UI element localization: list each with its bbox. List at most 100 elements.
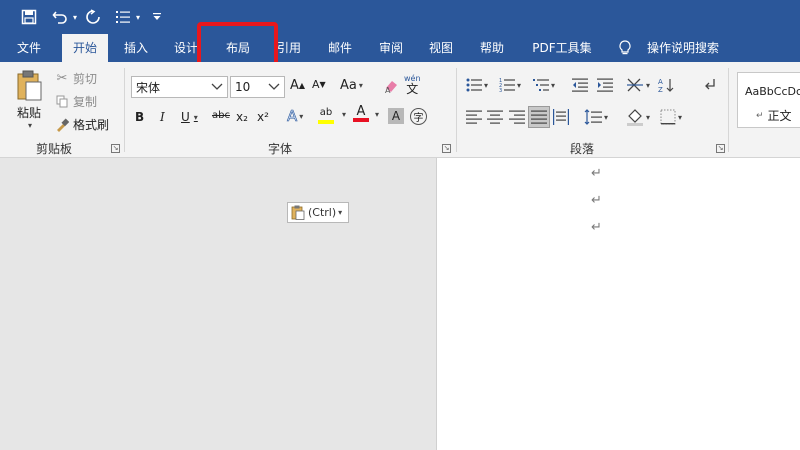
style-normal[interactable]: AaBbCcDc ↵ 正文 bbox=[737, 72, 800, 128]
tab-home[interactable]: 开始 bbox=[62, 34, 108, 62]
undo-icon[interactable] bbox=[50, 6, 70, 28]
copy-icon bbox=[54, 95, 70, 108]
phonetic-guide-button[interactable]: wén 文 bbox=[404, 74, 421, 96]
multilevel-list-icon bbox=[533, 79, 549, 91]
chinese-layout-button[interactable]: ▾ bbox=[626, 77, 650, 93]
tab-pdf-tools[interactable]: PDF工具集 bbox=[524, 34, 600, 62]
font-launcher-icon[interactable]: ↘ bbox=[442, 144, 451, 153]
show-marks-button[interactable] bbox=[703, 77, 717, 93]
paragraph-launcher-icon[interactable]: ↘ bbox=[716, 144, 725, 153]
bullets-icon bbox=[466, 78, 482, 92]
italic-button[interactable]: I bbox=[160, 110, 165, 124]
ribbon-home: 粘贴 ▾ ✂ 剪切 复制 格式刷 剪贴板 ↘ 宋体 10 A ▲ A ▼ Aa … bbox=[0, 62, 800, 158]
paste-options-label: (Ctrl) bbox=[308, 206, 337, 219]
font-color-dropdown-icon[interactable]: ▾ bbox=[373, 110, 379, 119]
superscript-button[interactable]: x² bbox=[257, 110, 269, 124]
ribbon-tabs: 文件 开始 插入 设计 布局 引用 邮件 审阅 视图 帮助 PDF工具集 操作说… bbox=[0, 34, 800, 62]
format-painter-button[interactable]: 格式刷 bbox=[54, 116, 109, 133]
paste-dropdown-icon[interactable]: ▾ bbox=[28, 121, 32, 130]
text-effect-button[interactable]: A ▾ bbox=[287, 107, 304, 126]
justify-button[interactable] bbox=[528, 106, 550, 128]
clipboard-launcher-icon[interactable]: ↘ bbox=[111, 144, 120, 153]
chevron-down-icon[interactable] bbox=[266, 79, 282, 95]
group-divider bbox=[124, 68, 125, 152]
increase-indent-icon bbox=[597, 78, 613, 92]
highlight-dropdown-icon[interactable]: ▾ bbox=[340, 110, 346, 119]
clear-formatting-button[interactable]: A bbox=[384, 78, 400, 94]
underline-button[interactable]: U ▾ bbox=[181, 110, 198, 124]
clipboard-group-label: 剪贴板 bbox=[36, 142, 73, 156]
font-size-select[interactable]: 10 bbox=[230, 76, 285, 98]
paste-icon bbox=[291, 205, 305, 220]
style-sample-text: AaBbCcDc bbox=[745, 85, 800, 98]
svg-text:A: A bbox=[658, 78, 663, 86]
sort-icon: AZ bbox=[658, 78, 674, 93]
font-name-select[interactable]: 宋体 bbox=[131, 76, 228, 98]
font-color-button[interactable]: A bbox=[353, 104, 369, 122]
numbering-icon: 123 bbox=[499, 78, 515, 92]
underline-icon: U bbox=[181, 110, 190, 124]
paste-options-button[interactable]: (Ctrl) ▾ bbox=[287, 202, 349, 223]
shrink-font-icon: A bbox=[312, 78, 320, 91]
align-center-button[interactable] bbox=[487, 110, 503, 124]
tab-insert[interactable]: 插入 bbox=[113, 34, 159, 62]
paragraph-mark: ↵ bbox=[591, 220, 602, 235]
bold-button[interactable]: B bbox=[135, 110, 144, 124]
style-normal-name: 正文 bbox=[767, 109, 792, 123]
cut-button[interactable]: ✂ 剪切 bbox=[54, 70, 97, 87]
highlight-color-bar bbox=[318, 120, 334, 124]
paragraph-mark-icon: ↵ bbox=[756, 110, 764, 121]
distributed-button[interactable] bbox=[553, 109, 569, 125]
paste-button[interactable]: 粘贴 ▾ bbox=[14, 70, 44, 130]
subscript-button[interactable]: x₂ bbox=[236, 110, 248, 124]
tab-review[interactable]: 审阅 bbox=[368, 34, 414, 62]
paragraph-mark: ↵ bbox=[591, 193, 602, 208]
char-shading-button[interactable]: A bbox=[388, 108, 404, 124]
increase-indent-button[interactable] bbox=[597, 78, 613, 92]
strikethrough-button[interactable]: abc bbox=[212, 110, 230, 121]
tell-me-search[interactable]: 操作说明搜索 bbox=[640, 34, 726, 62]
chevron-down-icon[interactable] bbox=[209, 79, 225, 95]
tab-file[interactable]: 文件 bbox=[6, 34, 52, 62]
decrease-indent-button[interactable] bbox=[572, 78, 588, 92]
font-color-icon: A bbox=[356, 104, 366, 119]
phonetic-char: 文 bbox=[406, 82, 419, 96]
align-left-button[interactable] bbox=[466, 110, 482, 124]
numbering-button[interactable]: 1 2 3 ▾ bbox=[499, 78, 521, 92]
change-case-icon: Aa bbox=[340, 78, 357, 93]
align-left-icon bbox=[466, 110, 482, 124]
scissors-icon: ✂ bbox=[56, 71, 68, 86]
bullets-button[interactable]: ▾ bbox=[466, 78, 488, 92]
tab-view[interactable]: 视图 bbox=[418, 34, 464, 62]
multilevel-list-button[interactable]: ▾ bbox=[533, 78, 555, 92]
customize-icon[interactable] bbox=[150, 6, 164, 28]
save-icon[interactable] bbox=[18, 6, 40, 28]
tab-mailings[interactable]: 邮件 bbox=[317, 34, 363, 62]
paste-options-dropdown-icon[interactable]: ▾ bbox=[338, 208, 342, 217]
enclose-char-button[interactable]: 字 bbox=[410, 108, 427, 125]
redo-icon[interactable] bbox=[83, 6, 103, 28]
paste-label: 粘贴 bbox=[16, 106, 41, 120]
change-case-button[interactable]: Aa ▾ bbox=[340, 78, 363, 93]
list-dropdown-icon[interactable]: ▾ bbox=[133, 6, 143, 28]
highlight-color-button[interactable]: ab bbox=[318, 108, 334, 124]
line-spacing-button[interactable]: ▾ bbox=[584, 109, 608, 125]
sort-button[interactable]: AZ bbox=[658, 77, 674, 93]
list-icon[interactable] bbox=[113, 6, 133, 28]
document-page[interactable] bbox=[436, 158, 800, 450]
undo-dropdown-icon[interactable]: ▾ bbox=[70, 6, 80, 28]
align-right-icon bbox=[509, 110, 525, 124]
borders-button[interactable]: ▾ bbox=[660, 109, 682, 125]
tab-help[interactable]: 帮助 bbox=[469, 34, 515, 62]
align-right-button[interactable] bbox=[509, 110, 525, 124]
justify-icon bbox=[531, 110, 547, 124]
chinese-layout-icon bbox=[627, 78, 643, 92]
grow-font-button[interactable]: A ▲ bbox=[290, 78, 305, 93]
decrease-indent-icon bbox=[572, 78, 588, 92]
brush-icon bbox=[54, 117, 70, 132]
paint-bucket-icon bbox=[627, 109, 643, 126]
shading-button[interactable]: ▾ bbox=[626, 108, 650, 126]
shrink-font-button[interactable]: A ▼ bbox=[312, 78, 326, 91]
lightbulb-icon bbox=[614, 34, 636, 62]
copy-button[interactable]: 复制 bbox=[54, 93, 97, 110]
